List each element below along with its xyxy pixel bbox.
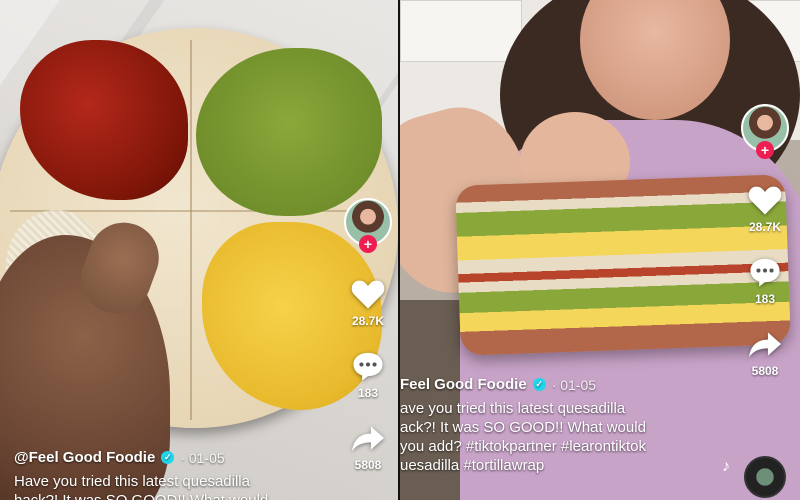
verified-badge: ✓ <box>161 451 175 464</box>
left-video-panel[interactable]: + 28.7K 183 5808 @Feel Good Foodie ✓ · 0… <box>0 0 398 500</box>
caption-text: Have you tried this latest quesadilla ha… <box>14 472 314 500</box>
right-video-panel[interactable]: + 28.7K 183 5808 Feel Good Foodie ✓ · 01… <box>400 0 800 500</box>
creator-username[interactable]: Feel Good Foodie ✓ · 01-05 <box>400 376 720 393</box>
creator-avatar[interactable]: + <box>344 198 392 253</box>
cabinet <box>400 0 522 62</box>
caption-line: ack?! It was SO GOOD!! What would <box>400 419 646 436</box>
like-action[interactable]: 28.7K <box>349 276 387 328</box>
share-icon[interactable] <box>747 328 783 360</box>
like-action[interactable]: 28.7K <box>746 182 784 234</box>
right-caption-block: Feel Good Foodie ✓ · 01-05 ave you tried… <box>400 376 720 475</box>
guacamole <box>196 48 382 216</box>
share-count: 5808 <box>354 458 382 472</box>
comment-action[interactable]: 183 <box>350 350 386 400</box>
verified-badge: ✓ <box>532 378 546 391</box>
creator-avatar[interactable]: + <box>741 104 789 159</box>
tiktok-split-screenshot: + 28.7K 183 5808 @Feel Good Foodie ✓ · 0… <box>0 0 800 500</box>
music-disc-icon[interactable] <box>744 456 786 498</box>
left-caption-block: @Feel Good Foodie ✓ · 01-05 Have you tri… <box>14 449 314 500</box>
left-action-rail: + 28.7K 183 5808 <box>338 198 398 472</box>
post-date: · 01-05 <box>180 449 225 466</box>
caption-line: you add? #tiktokpartner #learontiktok <box>400 438 646 455</box>
tortilla-cut-line <box>190 40 192 420</box>
post-date: · 01-05 <box>551 376 597 393</box>
post-date-text: 01-05 <box>560 376 597 393</box>
share-count: 5808 <box>751 364 779 378</box>
comment-icon[interactable] <box>350 350 386 382</box>
username-text[interactable]: @Feel Good Foodie <box>14 449 155 466</box>
heart-icon[interactable] <box>746 182 784 216</box>
comment-action[interactable]: 183 <box>747 256 783 306</box>
share-icon[interactable] <box>350 422 386 454</box>
heart-icon[interactable] <box>349 276 387 310</box>
follow-plus-icon[interactable]: + <box>359 235 377 253</box>
like-count: 28.7K <box>351 314 385 328</box>
comment-icon[interactable] <box>747 256 783 288</box>
caption-line: Have you tried this latest quesadilla <box>14 473 250 490</box>
follow-plus-icon[interactable]: + <box>756 141 774 159</box>
right-action-rail: + 28.7K 183 5808 <box>735 104 795 378</box>
username-text[interactable]: Feel Good Foodie <box>400 376 527 393</box>
share-action[interactable]: 5808 <box>747 328 783 378</box>
comment-count: 183 <box>357 386 379 400</box>
creator-username[interactable]: @Feel Good Foodie ✓ · 01-05 <box>14 449 314 466</box>
comment-count: 183 <box>754 292 776 306</box>
like-count: 28.7K <box>748 220 782 234</box>
caption-line: uesadilla #tortillawrap <box>400 457 545 474</box>
post-date-text: 01-05 <box>188 449 225 466</box>
share-action[interactable]: 5808 <box>350 422 386 472</box>
caption-text: ave you tried this latest quesadilla ack… <box>400 399 720 475</box>
caption-line: hack?! It was SO GOOD!! What would <box>14 491 314 500</box>
music-note-icon: ♪ <box>722 458 730 475</box>
caption-line: ave you tried this latest quesadilla <box>400 400 626 417</box>
